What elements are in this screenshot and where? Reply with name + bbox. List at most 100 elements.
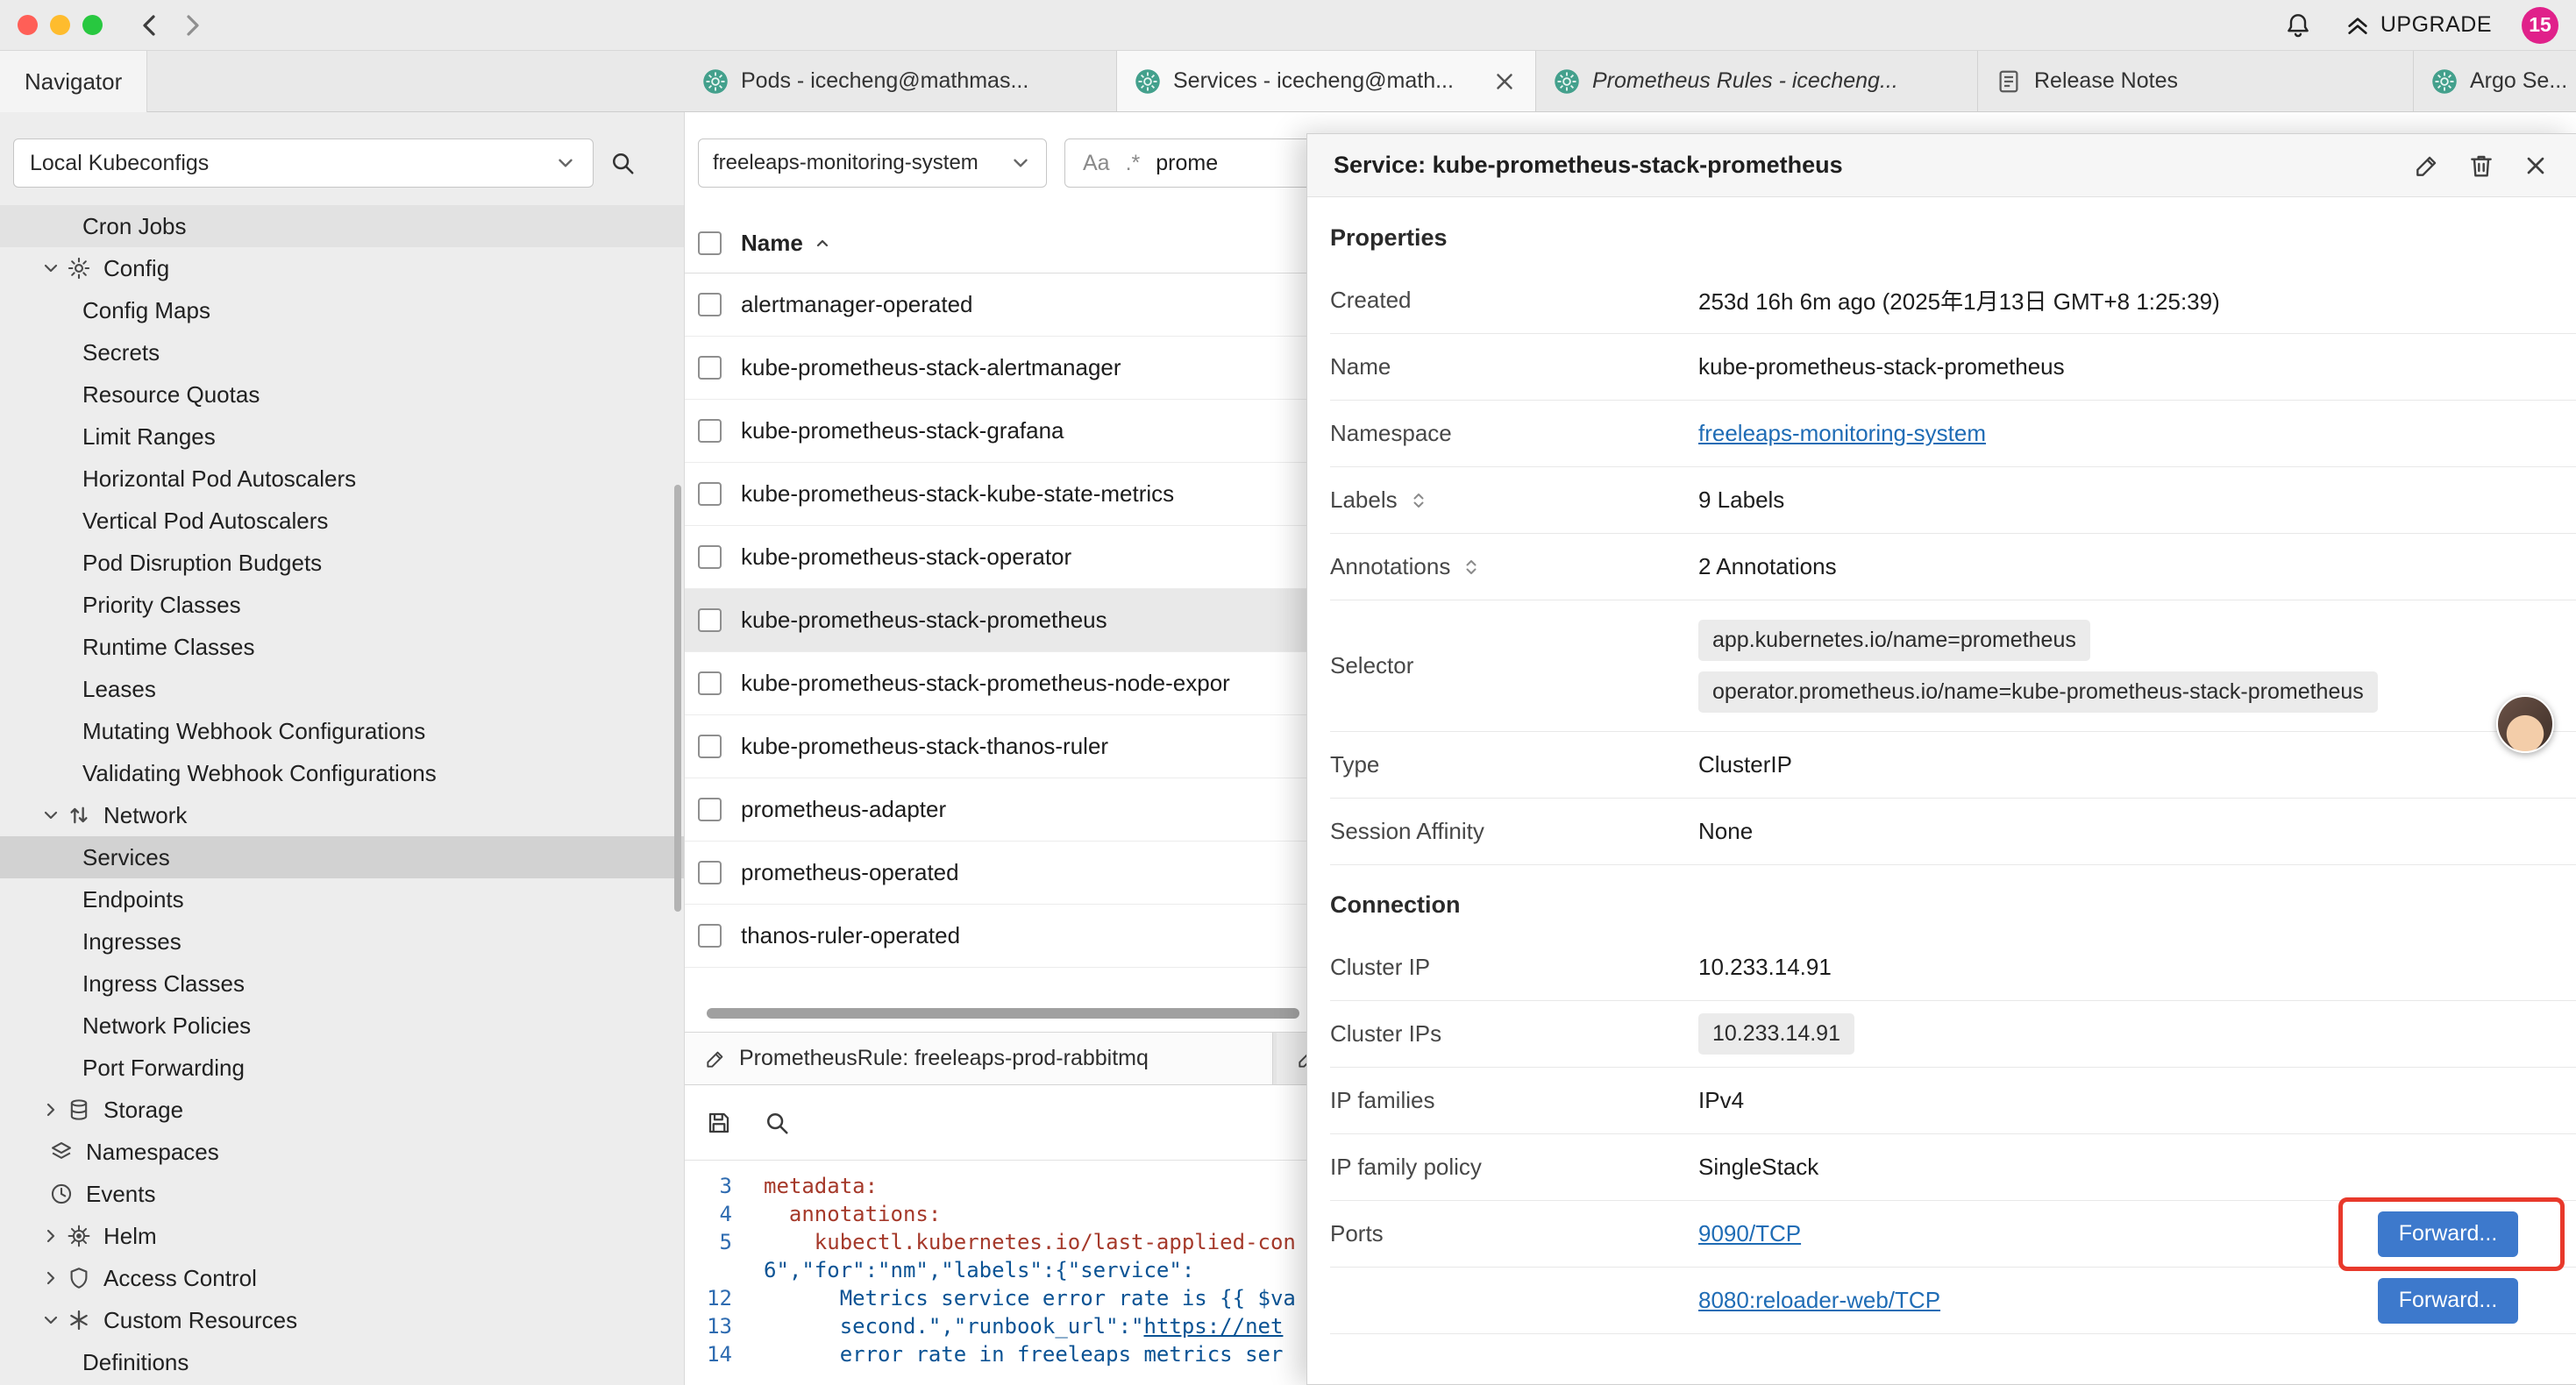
close-icon[interactable]	[2522, 152, 2550, 180]
select-all-checkbox[interactable]	[698, 231, 722, 255]
detail-row-label: Namespace	[1330, 420, 1698, 447]
upgrade-button[interactable]: UPGRADE	[2344, 11, 2492, 39]
sidebar-item-events[interactable]: Events	[0, 1173, 684, 1215]
chevron-right-icon[interactable]	[35, 1268, 67, 1289]
sidebar-item-horizontal-pod-autoscalers[interactable]: Horizontal Pod Autoscalers	[0, 458, 684, 500]
kubeconfig-selector[interactable]: Local Kubeconfigs	[13, 138, 594, 188]
tab-release-notes[interactable]: Release Notes	[1978, 51, 2414, 111]
row-checkbox[interactable]	[698, 924, 722, 948]
navigator-panel-tab[interactable]: Navigator	[0, 51, 147, 112]
row-checkbox[interactable]	[698, 356, 722, 380]
search-icon[interactable]	[609, 150, 636, 176]
sidebar-item-ingresses[interactable]: Ingresses	[0, 920, 684, 962]
expand-toggle-icon[interactable]	[1461, 557, 1482, 578]
sidebar-item-label: Config	[103, 255, 169, 282]
sidebar-item-leases[interactable]: Leases	[0, 668, 684, 710]
sidebar-item-pod-disruption-budgets[interactable]: Pod Disruption Budgets	[0, 542, 684, 584]
sidebar-item-label: Validating Webhook Configurations	[82, 760, 437, 787]
value-badge: 10.233.14.91	[1698, 1013, 1854, 1055]
row-checkbox[interactable]	[698, 419, 722, 443]
edit-pencil-icon[interactable]	[2413, 152, 2441, 180]
notification-count-badge[interactable]: 15	[2522, 7, 2558, 44]
line-number	[685, 1256, 764, 1284]
sort-ascending-icon[interactable]	[812, 233, 833, 254]
section-title-properties: Properties	[1330, 198, 2576, 267]
notifications-bell-icon[interactable]	[2284, 11, 2312, 39]
sidebar-item-limit-ranges[interactable]: Limit Ranges	[0, 416, 684, 458]
navigator-title: Navigator	[25, 68, 122, 96]
column-header-name[interactable]: Name	[741, 230, 803, 257]
row-checkbox[interactable]	[698, 798, 722, 821]
sidebar-scrollbar[interactable]	[674, 485, 681, 912]
tab-pods-icecheng-mathmas[interactable]: Pods - icecheng@mathmas...	[685, 51, 1117, 111]
sidebar-item-mutating-webhook-configurations[interactable]: Mutating Webhook Configurations	[0, 710, 684, 752]
sidebar-item-validating-webhook-configurations[interactable]: Validating Webhook Configurations	[0, 752, 684, 794]
namespace-selector[interactable]: freeleaps-monitoring-system	[698, 138, 1047, 188]
horizontal-scrollbar[interactable]	[707, 1008, 1299, 1019]
row-checkbox[interactable]	[698, 482, 722, 506]
port-link[interactable]: 9090/TCP	[1698, 1220, 1801, 1247]
delete-trash-icon[interactable]	[2467, 152, 2495, 180]
sidebar-item-access-control[interactable]: Access Control	[0, 1257, 684, 1299]
sidebar-item-ingress-classes[interactable]: Ingress Classes	[0, 962, 684, 1005]
user-avatar[interactable]	[2496, 695, 2554, 753]
close-window-button[interactable]	[18, 15, 38, 35]
forward-icon[interactable]	[178, 11, 206, 39]
namespace-link[interactable]: freeleaps-monitoring-system	[1698, 420, 1986, 447]
sidebar-item-network[interactable]: Network	[0, 794, 684, 836]
match-case-toggle[interactable]: Aa	[1083, 151, 1110, 176]
sidebar-item-label: Network	[103, 802, 187, 829]
sidebar-item-network-policies[interactable]: Network Policies	[0, 1005, 684, 1047]
port-link[interactable]: 8080:reloader-web/TCP	[1698, 1287, 1940, 1314]
sidebar-item-custom-resources[interactable]: Custom Resources	[0, 1299, 684, 1341]
row-checkbox[interactable]	[698, 671, 722, 695]
line-number: 13	[685, 1312, 764, 1340]
chevron-right-icon[interactable]	[35, 1225, 67, 1246]
row-checkbox[interactable]	[698, 735, 722, 758]
code-text: second.","runbook_url":"https://net	[764, 1312, 1283, 1340]
row-checkbox[interactable]	[698, 545, 722, 569]
sidebar-item-namespaces[interactable]: Namespaces	[0, 1131, 684, 1173]
row-checkbox[interactable]	[698, 293, 722, 316]
dock-tab-prometheusrule[interactable]: PrometheusRule: freeleaps-prod-rabbitmq	[685, 1033, 1273, 1084]
sidebar-item-runtime-classes[interactable]: Runtime Classes	[0, 626, 684, 668]
close-icon[interactable]	[1491, 68, 1518, 95]
sidebar-item-helm[interactable]: Helm	[0, 1215, 684, 1257]
chevron-down-icon[interactable]	[35, 1310, 67, 1331]
cluster-icon	[2431, 68, 2458, 95]
sidebar-item-resource-quotas[interactable]: Resource Quotas	[0, 373, 684, 416]
back-icon[interactable]	[136, 11, 164, 39]
row-checkbox[interactable]	[698, 861, 722, 884]
sidebar-item-config[interactable]: Config	[0, 247, 684, 289]
sidebar-item-endpoints[interactable]: Endpoints	[0, 878, 684, 920]
tab-services-icecheng-math[interactable]: Services - icecheng@math...	[1117, 51, 1536, 111]
sidebar-item-definitions[interactable]: Definitions	[0, 1341, 684, 1383]
sidebar-item-cron-jobs[interactable]: Cron Jobs	[0, 205, 684, 247]
port-forward-button[interactable]: Forward...	[2378, 1278, 2518, 1324]
sidebar-item-priority-classes[interactable]: Priority Classes	[0, 584, 684, 626]
sidebar-item-secrets[interactable]: Secrets	[0, 331, 684, 373]
tab-argo-se[interactable]: Argo Se...	[2414, 51, 2576, 111]
zoom-window-button[interactable]	[82, 15, 103, 35]
sidebar-item-storage[interactable]: Storage	[0, 1089, 684, 1131]
save-icon[interactable]	[706, 1110, 732, 1136]
detail-row-ip-families: IP familiesIPv4	[1330, 1068, 2576, 1134]
detail-row-label: Created	[1330, 287, 1698, 314]
regex-toggle[interactable]: .*	[1126, 151, 1141, 176]
sidebar-item-config-maps[interactable]: Config Maps	[0, 289, 684, 331]
sidebar-item-vertical-pod-autoscalers[interactable]: Vertical Pod Autoscalers	[0, 500, 684, 542]
row-checkbox[interactable]	[698, 608, 722, 632]
tab-prometheus-rules-icecheng[interactable]: Prometheus Rules - icecheng...	[1536, 51, 1978, 111]
line-number: 4	[685, 1200, 764, 1228]
search-icon[interactable]	[764, 1110, 790, 1136]
port-forward-button[interactable]: Forward...	[2378, 1211, 2518, 1257]
sidebar-item-services[interactable]: Services	[0, 836, 684, 878]
chevron-down-icon[interactable]	[35, 805, 67, 826]
search-input-value: prome	[1156, 151, 1218, 176]
chevron-right-icon[interactable]	[35, 1099, 67, 1120]
minimize-window-button[interactable]	[50, 15, 70, 35]
sidebar-item-port-forwarding[interactable]: Port Forwarding	[0, 1047, 684, 1089]
sidebar-item-label: Priority Classes	[82, 592, 241, 619]
expand-toggle-icon[interactable]	[1408, 490, 1429, 511]
chevron-down-icon[interactable]	[35, 258, 67, 279]
